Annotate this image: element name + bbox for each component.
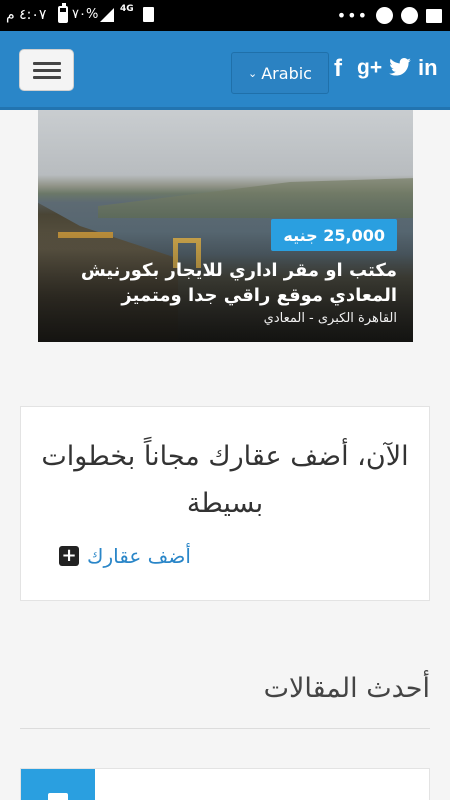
twitter-icon[interactable] <box>389 58 411 81</box>
notification-icons: ••• <box>337 6 442 25</box>
more-dots-icon: ••• <box>336 6 368 25</box>
network-type: 4G <box>120 4 134 14</box>
facebook-icon[interactable]: f <box>334 55 342 83</box>
chevron-down-icon: ⌄ <box>248 66 258 80</box>
article-category-badge <box>21 769 95 800</box>
battery-percent: ٧٠% <box>72 7 99 22</box>
folder-icon <box>48 793 68 800</box>
add-property-panel: الآن، أضف عقارك مجاناً بخطوات بسيطة + أض… <box>20 406 430 601</box>
menu-button[interactable] <box>19 49 74 91</box>
status-time: ٤:٠٧ م <box>6 7 47 23</box>
plus-square-icon: + <box>59 546 79 566</box>
image-icon <box>426 8 442 23</box>
telegram-icon <box>401 7 418 24</box>
divider <box>20 728 430 729</box>
property-listing-card[interactable]: 25,000 جنيه مكتب او مقر اداري للايجار بك… <box>38 110 413 342</box>
google-plus-icon[interactable]: g+ <box>357 56 382 80</box>
hamburger-icon-line <box>33 69 61 72</box>
price-badge: 25,000 جنيه <box>271 219 397 251</box>
article-card[interactable] <box>20 768 430 800</box>
language-dropdown[interactable]: ⌄ Arabic <box>231 52 329 94</box>
listing-title[interactable]: مكتب او مقر اداري للايجار بكورنيش المعاد… <box>77 258 397 308</box>
add-property-label: أضف عقارك <box>87 544 191 568</box>
language-label: Arabic <box>261 63 312 83</box>
hamburger-icon <box>33 62 61 65</box>
site-header: ⌄ Arabic f g+ in <box>0 31 450 110</box>
photo-far-shore <box>98 178 413 218</box>
battery-icon <box>58 3 68 23</box>
signal-icon <box>100 8 114 22</box>
hamburger-icon-line <box>33 76 61 79</box>
listing-location: القاهرة الكبرى - المعادي <box>263 311 397 326</box>
latest-articles-heading: أحدث المقالات <box>263 673 430 704</box>
add-property-heading: الآن، أضف عقارك مجاناً بخطوات بسيطة <box>41 441 409 519</box>
status-bar: ٤:٠٧ م ٧٠% 4G ••• <box>0 0 450 31</box>
sim-icon <box>143 7 154 22</box>
linkedin-icon[interactable]: in <box>418 55 438 81</box>
whatsapp-icon <box>376 7 393 24</box>
add-property-link[interactable]: + أضف عقارك <box>59 544 191 568</box>
